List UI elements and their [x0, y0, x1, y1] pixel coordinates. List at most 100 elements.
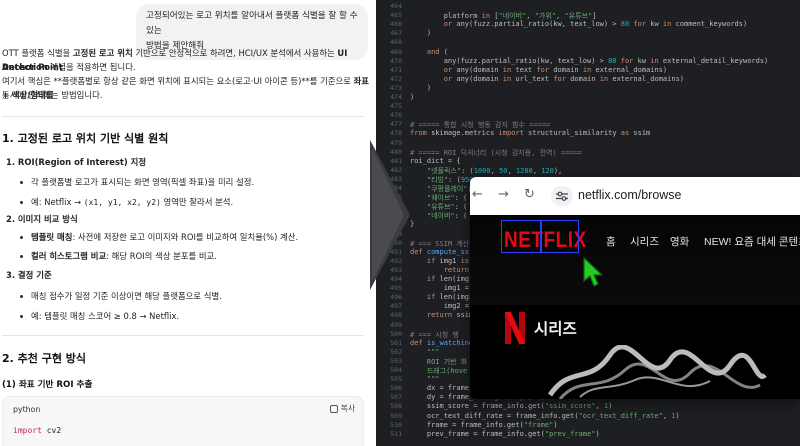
code-token: img1 =: [410, 284, 470, 293]
code-token: # === 시청 행: [410, 330, 459, 339]
code-token: "유튜브": [564, 12, 593, 21]
list-item-text: 매칭 점수가 일정 기준 이상이면 해당 플랫폼으로 식별.: [31, 291, 222, 301]
code-token: ): [608, 402, 613, 411]
code-token: dx = frame_: [410, 384, 474, 393]
code-token: ocr_text_diff_rate = frame_info.get(: [410, 411, 579, 420]
code-token: in: [502, 74, 512, 83]
list-item-text: : 사전에 저장한 로고 이미지와 ROI를 비교하여 일치율(%) 계산.: [72, 232, 299, 242]
list-item: 예: 템플릿 매칭 스코어 ≥ 0.8 → Netflix.: [20, 310, 179, 322]
browser-toolbar: ← → ↻ netflix.com/browse: [470, 177, 800, 215]
line-number: 471: [390, 65, 402, 74]
list-item-text: 예: Netflix →: [31, 197, 84, 207]
copy-button[interactable]: 복사: [329, 403, 355, 414]
list-heading-roi: 1. ROI(Region of Interest) 지정: [6, 156, 146, 168]
subsection-heading: (1) 좌표 기반 ROI 추출: [2, 380, 93, 390]
code-block: python 복사 import cv2: [2, 396, 364, 446]
code-text: def compute_ssim: [410, 248, 477, 256]
intro-bold: 고정된 로고 위치: [72, 48, 133, 58]
code-token: "넷플릭스": [426, 166, 462, 175]
code-text: """: [410, 348, 440, 356]
code-token: domain: [549, 65, 583, 74]
code-text: frame = frame_info.get("frame"): [410, 421, 558, 429]
code-token: any(fuzz.partial_ratio(kw, text_low) >: [410, 56, 609, 65]
code-token: # ===== 통합 시청 행동 감지 함수 =====: [410, 121, 551, 130]
code-token: "유튜브": [426, 203, 455, 212]
code-token: for: [620, 56, 634, 65]
line-number: 478: [390, 129, 402, 138]
code-token: url_text: [511, 74, 554, 83]
code-token: len(img2: [435, 293, 474, 302]
address-bar[interactable]: netflix.com/browse: [578, 188, 682, 202]
line-number: 475: [390, 102, 402, 111]
list-item-text: 영역만 잘라서 분석.: [160, 197, 234, 207]
reload-icon[interactable]: ↻: [524, 187, 535, 202]
code-token: kw: [633, 56, 651, 65]
code-text: any(fuzz.partial_ratio(kw, text_low) > 8…: [410, 56, 769, 65]
code-token: domain: [565, 74, 600, 83]
line-number: 499: [390, 320, 402, 329]
intro-bold: Detection: [2, 62, 48, 72]
list-item: 템플릿 매칭: 사전에 저장한 로고 이미지와 ROI를 비교하여 일치율(%)…: [20, 231, 298, 243]
intro-text: OTT 플랫폼 식별을: [2, 48, 73, 58]
forward-icon[interactable]: →: [498, 187, 509, 202]
line-number: 469: [390, 47, 402, 56]
code-token: "frame": [523, 420, 554, 429]
code-token: external_domains): [608, 74, 684, 83]
code-token: prev_frame = frame_info.get(: [410, 429, 545, 438]
nav-series[interactable]: 시리즈: [630, 234, 659, 249]
code-token: as: [620, 129, 630, 138]
bullet-dot: [20, 255, 23, 258]
code-token: ROI 기반 화: [410, 357, 468, 366]
code-text: return: [410, 266, 469, 274]
code-token: (: [439, 47, 448, 56]
bullet-dot: [20, 181, 23, 184]
code-token: ): [410, 93, 415, 101]
intro-text: 개념을 적용하면 됩니다.: [47, 62, 136, 72]
hero-category-label: 시리즈: [534, 321, 577, 338]
section-heading-1: 1. 고정된 로고 위치 기반 식별 원칙: [2, 132, 169, 145]
code-token: "ocr_text_diff_rate": [578, 411, 663, 420]
divider: [2, 335, 364, 336]
code-token: """: [426, 347, 440, 356]
code-token: any(domain: [452, 74, 503, 83]
chat-panel: 고정되어있는 로고 위치를 알아내서 플랫폼 식별을 잘 할 수 있는 방법을 …: [0, 0, 372, 446]
code-token: or: [443, 74, 453, 83]
code-token: 120: [541, 166, 554, 175]
code-token: ): [410, 83, 432, 92]
code-token: kw: [646, 20, 663, 29]
list-item-text: 각 플랫폼별 로고가 표시되는 화면 영역(픽셀 좌표)을 미리 설정.: [31, 177, 255, 187]
copy-icon: [329, 405, 338, 413]
code-token: """: [426, 375, 440, 384]
nav-movies[interactable]: 영화: [670, 234, 689, 249]
code-token: 1280: [515, 166, 533, 175]
code-token: roi_dict = {: [410, 156, 461, 165]
code-token: len(img1: [435, 275, 474, 283]
code-token: any(fuzz.partial_ratio(kw, text_low) >: [452, 20, 621, 29]
line-number: 504: [390, 366, 402, 374]
code-token: }: [410, 220, 415, 229]
list-heading-text: 2. 이미지 비교 방식: [6, 214, 78, 224]
nav-home[interactable]: 홈: [606, 234, 616, 249]
code-token: : (: [454, 194, 468, 203]
code-text: and (: [410, 48, 448, 56]
back-icon[interactable]: ←: [472, 187, 483, 202]
line-number: 467: [390, 29, 402, 38]
code-text: prev_frame = frame_info.get("prev_frame"…: [410, 430, 600, 438]
code-token: img2 =: [410, 302, 470, 311]
code-token: return: [443, 265, 470, 274]
line-number: 507: [390, 393, 402, 402]
intro-text: 기반으로 안정적으로 하려면, HCI/UX 분석에서 사용하는: [132, 48, 338, 58]
line-number: 503: [390, 356, 402, 365]
code-text: from skimage.metrics import structural_s…: [410, 129, 650, 137]
line-number: 466: [390, 20, 402, 29]
nav-new-popular[interactable]: NEW! 요즘 대세 콘텐츠: [704, 234, 800, 249]
code-token: "가위": [534, 12, 557, 21]
site-settings-button[interactable]: [551, 186, 573, 206]
code-line[interactable]: 511 prev_frame = frame_info.get("prev_fr…: [376, 430, 800, 441]
code-token: "ssim_score": [544, 402, 596, 411]
code-token: for: [633, 20, 647, 29]
code-token: def: [410, 338, 423, 347]
